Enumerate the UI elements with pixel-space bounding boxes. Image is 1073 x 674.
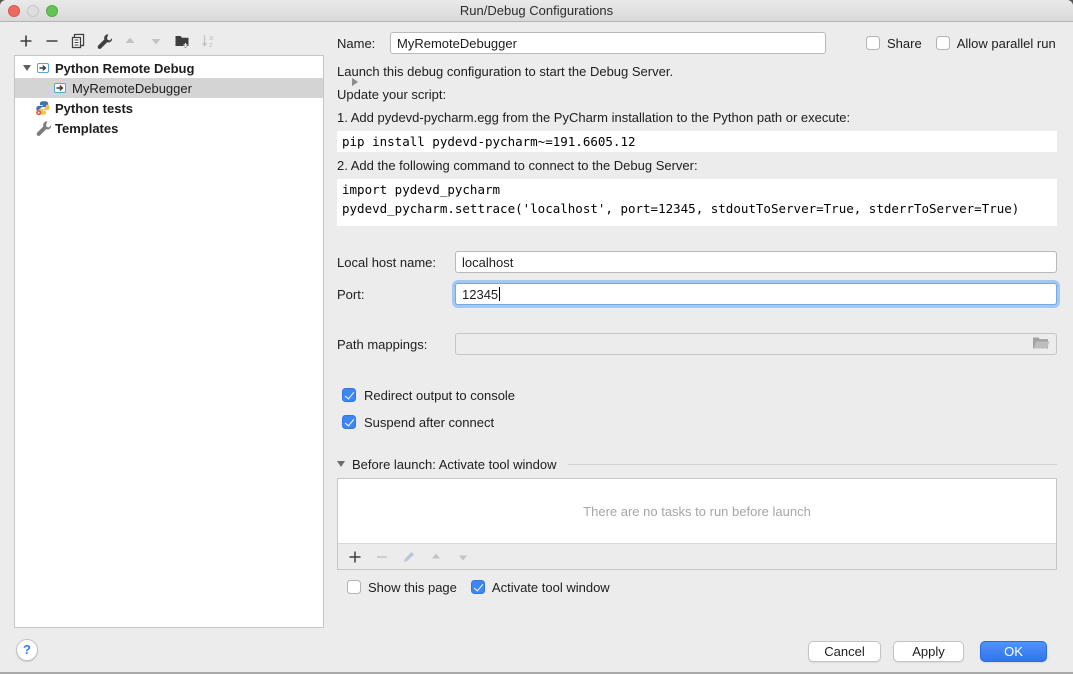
apply-button[interactable]: Apply [893,641,964,662]
move-task-up-icon [428,549,444,565]
tree-item-myremotedebugger[interactable]: MyRemoteDebugger [15,78,323,98]
copy-icon[interactable] [70,33,86,49]
tree-toolbar: az [18,33,216,49]
edit-defaults-wrench-icon[interactable] [96,33,112,49]
tree-item-templates[interactable]: Templates [15,118,323,138]
help-button[interactable]: ? [16,639,38,661]
question-icon: ? [23,642,31,657]
collapse-triangle-icon[interactable] [337,461,345,467]
tree-item-label: Python Remote Debug [55,61,194,76]
config-panel: Name: MyRemoteDebugger Share Allow paral… [337,22,1057,595]
before-launch-task-panel: There are no tasks to run before launch [337,478,1057,570]
add-task-icon[interactable] [347,549,363,565]
port-label: Port: [337,287,455,302]
window-title: Run/Debug Configurations [0,0,1073,22]
cancel-button[interactable]: Cancel [808,641,881,662]
local-host-input[interactable]: localhost [455,251,1057,273]
redirect-output-checkbox[interactable] [342,388,356,402]
allow-parallel-run-label: Allow parallel run [957,36,1056,51]
show-this-page-checkbox[interactable] [347,580,361,594]
tree-item-label: Templates [55,121,118,136]
run-debug-configurations-dialog: Run/Debug Configurations az Python Remot… [0,0,1073,674]
show-this-page-label: Show this page [368,580,457,595]
allow-parallel-run-checkbox[interactable] [936,36,950,50]
close-window-button[interactable] [8,5,20,17]
section-separator [568,464,1057,465]
config-tree: Python Remote Debug MyRemoteDebugger Pyt… [14,55,324,628]
python-tests-icon [35,100,51,116]
share-label: Share [887,36,922,51]
traffic-lights [8,5,58,17]
remove-icon[interactable] [44,33,60,49]
suspend-after-connect-row: Suspend after connect [342,414,1057,430]
suspend-after-connect-checkbox[interactable] [342,415,356,429]
tree-item-python-remote-debug[interactable]: Python Remote Debug [15,58,323,78]
path-mappings-input[interactable] [455,333,1057,355]
empty-task-list: There are no tasks to run before launch [338,479,1056,543]
tree-item-python-tests[interactable]: Python tests [15,98,323,118]
description-intro: Launch this debug configuration to start… [337,60,1057,83]
allow-parallel-checkbox-group: Allow parallel run [936,36,1056,51]
description-update: Update your script: [337,83,1057,106]
show-this-page-group: Show this page [347,580,457,595]
redirect-output-label: Redirect output to console [364,388,515,403]
pip-install-code: pip install pydevd-pycharm~=191.6605.12 [337,131,1057,152]
tree-item-label: Python tests [55,101,133,116]
tree-item-label: MyRemoteDebugger [72,81,192,96]
description-step2: 2. Add the following command to connect … [337,154,1057,177]
before-launch-title: Before launch: Activate tool window [352,457,557,472]
options: Redirect output to console Suspend after… [342,387,1057,430]
remote-debug-config-icon [52,80,68,96]
browse-folder-icon[interactable] [1032,336,1050,353]
svg-text:z: z [209,40,213,49]
move-up-icon [122,33,138,49]
share-checkbox[interactable] [866,36,880,50]
activate-tool-window-group: Activate tool window [471,580,610,595]
redirect-output-row: Redirect output to console [342,387,1057,403]
path-mappings-row: Path mappings: [337,333,1057,355]
text-caret [499,287,500,301]
activate-tool-window-label: Activate tool window [492,580,610,595]
edit-task-pencil-icon [401,549,417,565]
sort-alphabetically-icon: az [200,33,216,49]
ok-button[interactable]: OK [980,641,1047,662]
remote-debug-config-icon [35,60,51,76]
port-input[interactable]: 12345 [455,283,1057,305]
port-row: Port: 12345 [337,283,1057,305]
description: Launch this debug configuration to start… [337,60,1057,226]
minimize-window-button [27,5,39,17]
titlebar: Run/Debug Configurations [0,0,1073,22]
local-host-row: Local host name: localhost [337,251,1057,273]
name-row: Name: MyRemoteDebugger Share Allow paral… [337,32,1057,54]
name-label: Name: [337,36,390,51]
move-down-icon [148,33,164,49]
connection-settings: Local host name: localhost Port: 12345 P… [337,251,1057,355]
suspend-after-connect-label: Suspend after connect [364,415,494,430]
description-step1: 1. Add pydevd-pycharm.egg from the PyCha… [337,106,1057,129]
remove-task-icon [374,549,390,565]
move-task-down-icon [455,549,471,565]
share-checkbox-group: Share [866,36,922,51]
name-input[interactable]: MyRemoteDebugger [390,32,826,54]
expander-expanded-icon[interactable] [19,65,35,71]
templates-wrench-icon [35,120,51,136]
path-mappings-label: Path mappings: [337,337,455,352]
zoom-window-button[interactable] [46,5,58,17]
activate-tool-window-checkbox[interactable] [471,580,485,594]
add-icon[interactable] [18,33,34,49]
new-folder-icon[interactable] [174,33,190,49]
page-options: Show this page Activate tool window [347,579,1057,595]
empty-task-text: There are no tasks to run before launch [583,504,811,519]
before-launch-header[interactable]: Before launch: Activate tool window [337,456,1057,472]
task-toolbar [338,543,1056,569]
settrace-code: import pydevd_pycharmpydevd_pycharm.sett… [337,179,1057,226]
local-host-label: Local host name: [337,255,455,270]
